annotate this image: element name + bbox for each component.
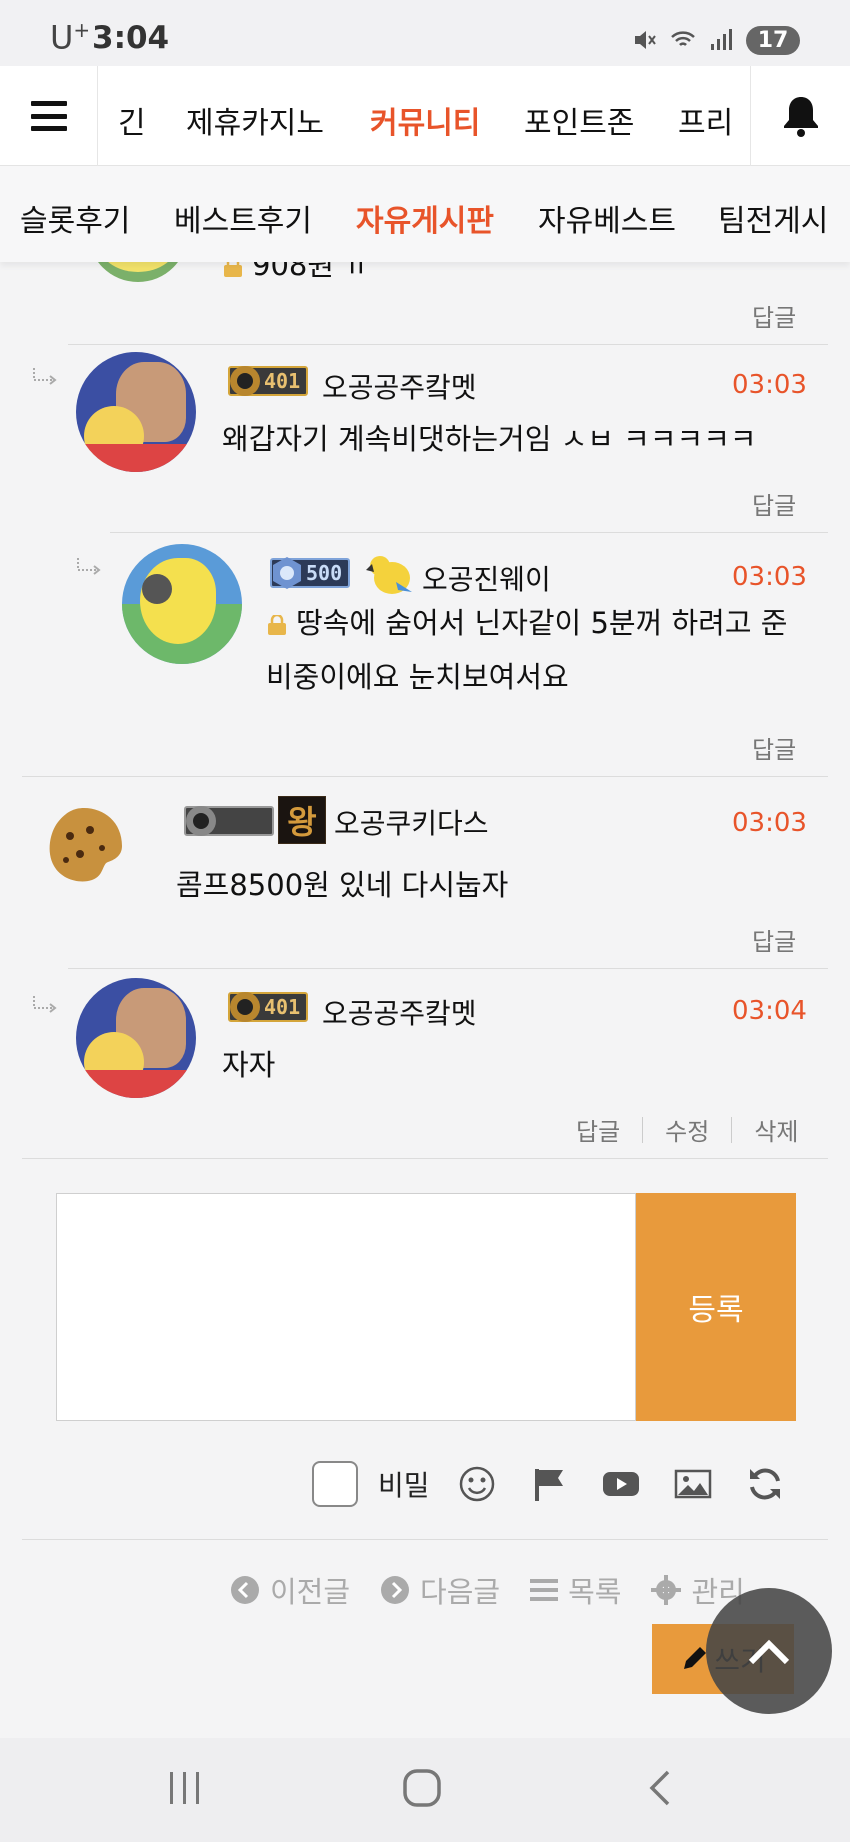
comment-author[interactable]: 오공진웨이 bbox=[422, 558, 551, 598]
status-bar: U+ 3:04 17 bbox=[0, 0, 850, 66]
rank-badge: 왕 bbox=[278, 796, 326, 844]
hamburger-icon bbox=[30, 101, 67, 131]
comment-input[interactable] bbox=[56, 1193, 636, 1421]
carrier-label: U+ bbox=[50, 18, 91, 57]
system-nav-bar bbox=[0, 1738, 850, 1842]
lock-icon bbox=[224, 262, 242, 277]
avatar bbox=[88, 262, 188, 282]
nav-item-community[interactable]: 커뮤니티 bbox=[370, 98, 480, 142]
sub-nav: 슬롯후기 베스트후기 자유게시판 자유베스트 팀전게시 bbox=[0, 166, 850, 262]
level-badge: 401 bbox=[228, 992, 309, 1022]
emblem-icon bbox=[230, 366, 260, 396]
back-icon[interactable] bbox=[646, 1768, 672, 1808]
delete-link[interactable]: 삭제 bbox=[754, 1112, 798, 1147]
wifi-icon bbox=[671, 31, 695, 46]
comment-text: 908원 ㅠ bbox=[222, 262, 370, 292]
nav-item-partner-casino[interactable]: 제휴카지노 bbox=[186, 98, 324, 142]
emblem-icon bbox=[186, 806, 216, 836]
reply-link[interactable]: 답글 bbox=[752, 730, 796, 765]
bell-icon bbox=[783, 97, 818, 137]
comment-author[interactable]: 오공공주캌멧 bbox=[322, 366, 477, 406]
level-badge: 500 bbox=[270, 557, 351, 589]
comment-tools: 비밀 bbox=[312, 1459, 818, 1509]
sub-item-slot-review[interactable]: 슬롯후기 bbox=[20, 196, 130, 240]
divider bbox=[731, 1116, 733, 1143]
secret-checkbox[interactable] bbox=[312, 1461, 358, 1507]
reply-link[interactable]: 답글 bbox=[752, 298, 796, 333]
comment-time: 03:04 bbox=[732, 996, 807, 1026]
nav-item-free[interactable]: 프리 bbox=[678, 98, 733, 142]
post-navigation: 이전글 다음글 목록 관리 bbox=[230, 1570, 775, 1610]
chevron-up-icon bbox=[748, 1639, 790, 1665]
edit-link[interactable]: 수정 bbox=[665, 1112, 709, 1147]
divider bbox=[642, 1116, 644, 1143]
status-time: 3:04 bbox=[92, 20, 170, 56]
avatar bbox=[122, 544, 242, 664]
comment-text: 자자 bbox=[222, 1048, 276, 1082]
comment-time: 03:03 bbox=[732, 562, 807, 592]
refresh-icon[interactable] bbox=[746, 1465, 784, 1503]
secret-label: 비밀 bbox=[378, 1469, 430, 1502]
sub-item-free-board[interactable]: 자유게시판 bbox=[356, 196, 494, 240]
reply-link[interactable]: 답글 bbox=[752, 486, 796, 521]
nav-item-login[interactable]: 긴 bbox=[118, 98, 146, 142]
nav-item-point-zone[interactable]: 포인트존 bbox=[524, 98, 634, 142]
sub-item-best-review[interactable]: 베스트후기 bbox=[174, 196, 312, 240]
battery-indicator: 17 bbox=[746, 25, 800, 55]
prev-post-button[interactable]: 이전글 bbox=[230, 1569, 350, 1611]
reply-link[interactable]: 답글 bbox=[752, 922, 796, 957]
comment-actions: 답글 수정 삭제 bbox=[576, 1112, 799, 1147]
avatar bbox=[76, 352, 196, 472]
list-icon bbox=[530, 1579, 559, 1601]
reply-link[interactable]: 답글 bbox=[576, 1112, 620, 1147]
level-badge: 401 bbox=[228, 366, 309, 396]
submit-button[interactable]: 등록 bbox=[636, 1193, 796, 1421]
divider bbox=[68, 344, 828, 345]
sub-item-free-best[interactable]: 자유베스트 bbox=[538, 196, 676, 240]
divider bbox=[110, 532, 828, 533]
flag-icon[interactable] bbox=[530, 1465, 568, 1503]
notification-button[interactable] bbox=[750, 66, 850, 166]
emblem-icon bbox=[230, 992, 260, 1022]
next-post-button[interactable]: 다음글 bbox=[380, 1569, 500, 1611]
parrot-badge-icon bbox=[366, 556, 412, 594]
comment-text: 콤프8500원 있네 다시눕자 bbox=[176, 868, 509, 902]
top-nav: 긴 제휴카지노 커뮤니티 포인트존 프리 bbox=[0, 66, 850, 166]
signal-icon bbox=[711, 29, 732, 50]
avatar bbox=[44, 802, 128, 890]
comment-time: 03:03 bbox=[732, 370, 807, 400]
list-button[interactable]: 목록 bbox=[530, 1569, 621, 1611]
recent-apps-icon[interactable] bbox=[168, 1768, 202, 1808]
image-icon[interactable] bbox=[674, 1465, 712, 1503]
emblem-icon bbox=[273, 557, 301, 589]
divider bbox=[22, 776, 828, 777]
comment-time: 03:03 bbox=[732, 808, 807, 838]
pencil-icon bbox=[684, 1647, 707, 1669]
chevron-left-icon bbox=[231, 1576, 259, 1604]
scroll-top-button[interactable] bbox=[706, 1588, 832, 1714]
top-nav-items: 긴 제휴카지노 커뮤니티 포인트존 프리 bbox=[98, 66, 750, 166]
comment-author[interactable]: 오공공주캌멧 bbox=[322, 992, 477, 1032]
lock-icon bbox=[268, 615, 286, 635]
comment-form: 등록 비밀 bbox=[22, 1158, 828, 1540]
comment-author[interactable]: 오공쿠키다스 bbox=[334, 802, 489, 842]
comment-text: 땅속에 숨어서 닌자같이 5분꺼 하려고 준 비중이에요 눈치보여서요 bbox=[266, 606, 788, 694]
chevron-right-icon bbox=[381, 1576, 410, 1604]
reply-arrow-icon bbox=[77, 558, 101, 575]
status-icons: 17 bbox=[632, 22, 800, 58]
avatar bbox=[76, 978, 196, 1098]
reply-arrow-icon bbox=[33, 996, 57, 1013]
comment-text: 왜갑자기 계속비댓하는거임 ㅅㅂ ㅋㅋㅋㅋㅋ bbox=[222, 422, 757, 456]
emoji-icon[interactable] bbox=[458, 1465, 496, 1503]
menu-button[interactable] bbox=[0, 66, 98, 166]
mute-icon bbox=[635, 31, 656, 49]
reply-arrow-icon bbox=[33, 368, 57, 385]
sub-item-team-board[interactable]: 팀전게시 bbox=[718, 196, 828, 240]
divider bbox=[68, 968, 828, 969]
gear-icon bbox=[651, 1575, 682, 1605]
youtube-icon[interactable] bbox=[602, 1465, 640, 1503]
home-icon[interactable] bbox=[402, 1768, 442, 1808]
level-badge bbox=[184, 806, 274, 836]
